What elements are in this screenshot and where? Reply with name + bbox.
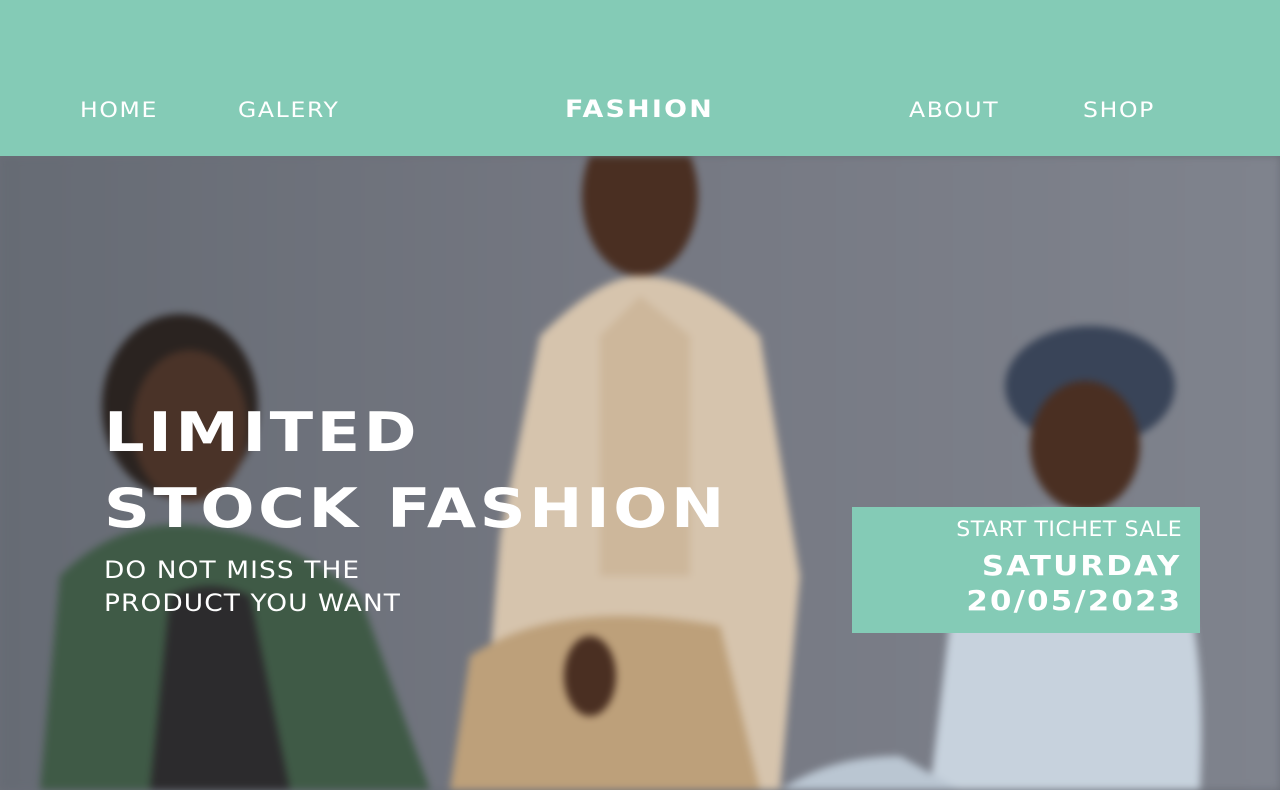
ticket-sale-date: 20/05/2023: [966, 584, 1182, 617]
nav-shop-link[interactable]: SHOP: [1083, 98, 1155, 122]
hero-headline-line-1: LIMITED: [104, 401, 421, 464]
nav-about-link[interactable]: ABOUT: [909, 98, 999, 122]
ticket-sale-label: START TICHET SALE: [955, 517, 1182, 541]
hero-banner: LIMITED STOCK FASHION DO NOT MISS THE PR…: [0, 156, 1280, 790]
nav-home-link[interactable]: HOME: [80, 98, 158, 122]
brand-logo-text[interactable]: FASHION: [565, 95, 714, 123]
nav-galery-link[interactable]: GALERY: [238, 98, 340, 122]
top-navigation-bar: HOME GALERY FASHION ABOUT SHOP: [0, 0, 1280, 156]
hero-headline-line-2: STOCK FASHION: [104, 477, 728, 540]
hero-subline-line-1: DO NOT MISS THE: [104, 556, 361, 584]
ticket-sale-day: SATURDAY: [982, 549, 1182, 582]
page-bottom-strip: [0, 790, 1280, 800]
hero-photo: [0, 156, 1280, 790]
hero-subline-line-2: PRODUCT YOU WANT: [104, 589, 402, 617]
ticket-sale-badge[interactable]: START TICHET SALE SATURDAY 20/05/2023: [852, 507, 1200, 633]
